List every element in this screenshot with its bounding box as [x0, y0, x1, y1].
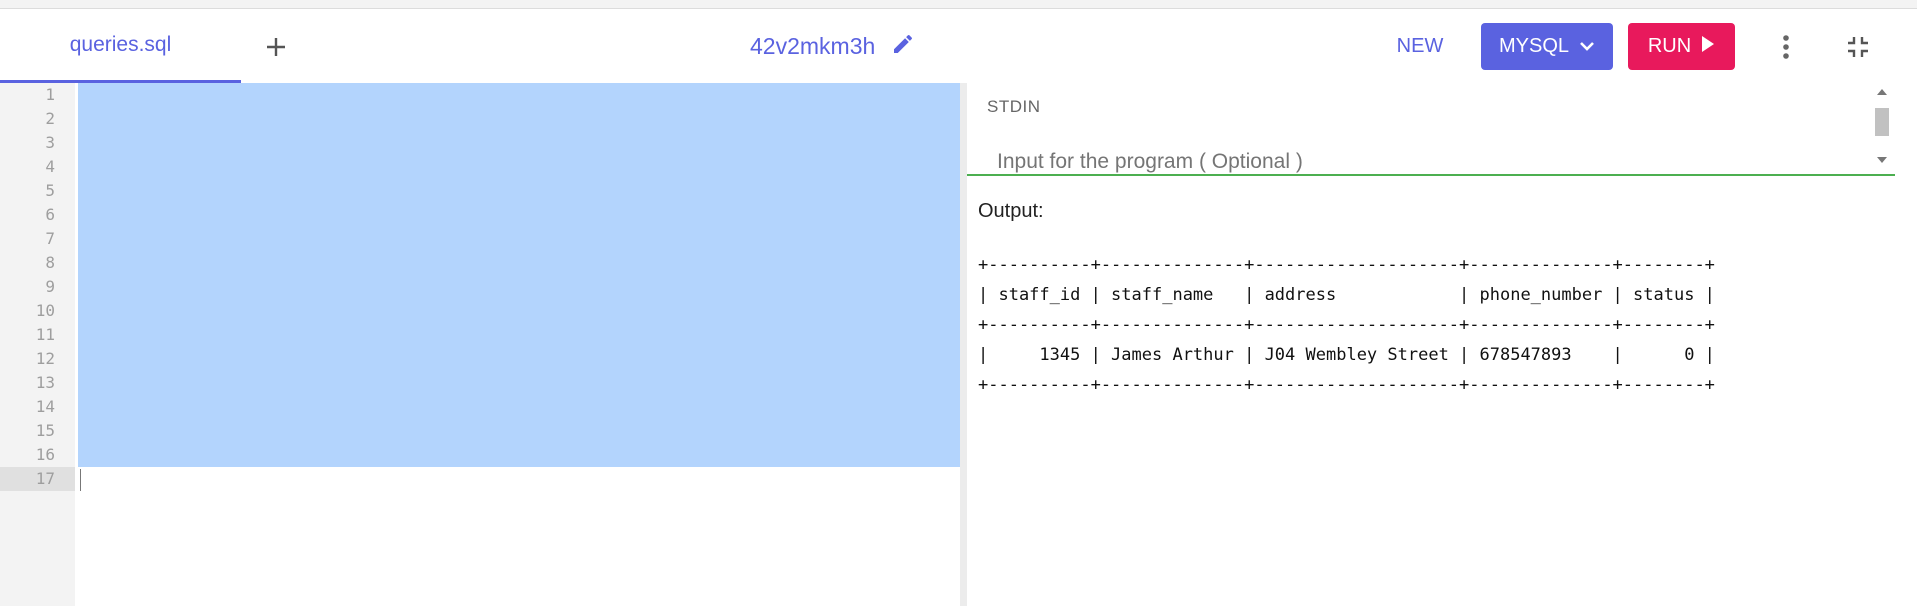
output-data-row: | 1345 | James Arthur | J04 Wembley Stre… — [978, 345, 1715, 365]
window-top-border — [0, 0, 1917, 9]
line-number: 2 — [45, 109, 55, 128]
io-panel: STDIN Output: +----------+--------------… — [967, 83, 1917, 606]
line-number: 8 — [45, 253, 55, 272]
output-border-line: +----------+--------------+-------------… — [978, 315, 1715, 335]
text-selection — [78, 83, 960, 467]
session-name[interactable]: 42v2mkm3h — [750, 33, 875, 60]
run-label: RUN — [1647, 35, 1692, 57]
line-number: 16 — [35, 445, 55, 464]
language-select-button[interactable]: MYSQL — [1481, 23, 1613, 70]
line-number: 13 — [35, 373, 55, 392]
toolbar: queries.sql 42v2mkm3h NEW MYSQL RUN — [0, 9, 1917, 83]
line-number: 6 — [45, 205, 55, 224]
line-number: 1 — [45, 85, 55, 104]
line-number: 14 — [35, 397, 55, 416]
output-border-line: +----------+--------------+-------------… — [978, 375, 1715, 395]
text-cursor — [80, 469, 81, 491]
output-label: Output: — [978, 200, 1044, 222]
line-number: 9 — [45, 277, 55, 296]
pane-divider[interactable] — [960, 83, 967, 606]
scroll-up-arrow-icon[interactable] — [1877, 89, 1887, 95]
line-number: 10 — [35, 301, 55, 320]
output-border-line: +----------+--------------+-------------… — [978, 255, 1715, 275]
line-number: 7 — [45, 229, 55, 248]
play-icon — [1701, 35, 1715, 59]
stdin-scrollbar[interactable] — [1869, 83, 1895, 173]
output-table: +----------+--------------+-------------… — [978, 250, 1715, 400]
line-number: 11 — [35, 325, 55, 344]
collapse-icon[interactable] — [1840, 29, 1876, 65]
stdin-label: STDIN — [987, 97, 1041, 116]
line-number: 4 — [45, 157, 55, 176]
scrollbar-thumb[interactable] — [1875, 108, 1889, 136]
new-button[interactable]: NEW — [1384, 31, 1456, 61]
output-header-row: | staff_id | staff_name | address | phon… — [978, 285, 1715, 305]
tab-queries-sql[interactable]: queries.sql — [0, 9, 241, 83]
vertical-dots-icon[interactable] — [1770, 31, 1802, 63]
plus-icon[interactable] — [258, 29, 294, 65]
line-number: 12 — [35, 349, 55, 368]
session-title: 42v2mkm3h — [750, 30, 915, 62]
line-number: 3 — [45, 133, 55, 152]
language-label: MYSQL — [1498, 35, 1570, 57]
run-button[interactable]: RUN — [1628, 23, 1735, 70]
line-number: 5 — [45, 181, 55, 200]
line-number-gutter: 1 2 3 4 5 6 7 8 9 10 11 12 13 14 15 16 1… — [0, 83, 75, 606]
line-number-active: 17 — [0, 467, 75, 491]
stdin-underline — [967, 174, 1895, 176]
chevron-down-icon — [1579, 35, 1595, 58]
stdin-input[interactable] — [997, 147, 1837, 177]
line-number: 15 — [35, 421, 55, 440]
code-editor[interactable]: 1 2 3 4 5 6 7 8 9 10 11 12 13 14 15 16 1… — [0, 83, 960, 606]
pencil-icon[interactable] — [891, 32, 915, 61]
scroll-down-arrow-icon[interactable] — [1877, 157, 1887, 163]
